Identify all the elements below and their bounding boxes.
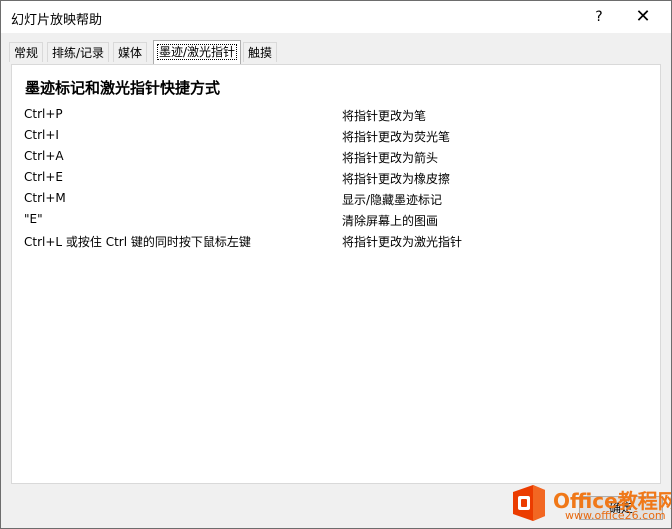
shortcut-row: Ctrl+M 显示/隐藏墨迹标记 bbox=[12, 191, 652, 211]
shortcut-description: 清除屏幕上的图画 bbox=[342, 214, 439, 228]
shortcut-description: 将指针更改为箭头 bbox=[342, 151, 439, 165]
shortcut-row: Ctrl+L 或按住 Ctrl 键的同时按下鼠标左键 将指针更改为激光指针 bbox=[12, 233, 652, 253]
shortcut-description: 将指针更改为激光指针 bbox=[342, 235, 463, 249]
shortcut-row: Ctrl+A 将指针更改为箭头 bbox=[12, 149, 652, 169]
shortcut-key: Ctrl+P bbox=[24, 107, 63, 121]
tab-strip: 常规 排练/记录 媒体 墨迹/激光指针 触摸 bbox=[9, 40, 669, 64]
help-button[interactable]: ? bbox=[577, 1, 621, 33]
shortcut-row: Ctrl+I 将指针更改为荧光笔 bbox=[12, 128, 652, 148]
section-heading: 墨迹标记和激光指针快捷方式 bbox=[25, 79, 221, 97]
tab-media[interactable]: 媒体 bbox=[113, 42, 148, 62]
shortcut-description: 将指针更改为橡皮擦 bbox=[342, 172, 451, 186]
shortcut-row: "E" 清除屏幕上的图画 bbox=[12, 212, 652, 232]
shortcut-key: Ctrl+E bbox=[24, 170, 63, 184]
title-bar: 幻灯片放映帮助 ? ✕ bbox=[1, 1, 671, 33]
tab-ink-laser[interactable]: 墨迹/激光指针 bbox=[153, 40, 242, 64]
watermark-url: www.office26.com bbox=[565, 509, 666, 522]
shortcut-row: Ctrl+P 将指针更改为笔 bbox=[12, 107, 652, 127]
shortcut-row: Ctrl+E 将指针更改为橡皮擦 bbox=[12, 170, 652, 190]
shortcut-key: "E" bbox=[24, 212, 43, 226]
shortcut-description: 显示/隐藏墨迹标记 bbox=[342, 193, 443, 207]
tab-general[interactable]: 常规 bbox=[9, 42, 44, 62]
shortcut-key: Ctrl+M bbox=[24, 191, 66, 205]
shortcut-description: 将指针更改为笔 bbox=[342, 109, 427, 123]
close-button[interactable]: ✕ bbox=[621, 1, 665, 33]
window-title: 幻灯片放映帮助 bbox=[11, 13, 103, 28]
site-watermark: Office教程网 www.office26.com bbox=[509, 483, 671, 527]
shortcut-key: Ctrl+L 或按住 Ctrl 键的同时按下鼠标左键 bbox=[24, 235, 251, 249]
shortcut-key: Ctrl+I bbox=[24, 128, 59, 142]
shortcut-key: Ctrl+A bbox=[24, 149, 64, 163]
tab-rehearse-record[interactable]: 排练/记录 bbox=[47, 42, 110, 62]
office-logo-icon bbox=[513, 485, 545, 521]
help-dialog: 幻灯片放映帮助 ? ✕ 常规 排练/记录 媒体 墨迹/激光指针 触摸 墨迹标记和… bbox=[0, 0, 672, 529]
tab-touch[interactable]: 触摸 bbox=[243, 42, 278, 62]
shortcut-description: 将指针更改为荧光笔 bbox=[342, 130, 451, 144]
tab-panel: 墨迹标记和激光指针快捷方式 Ctrl+P 将指针更改为笔 Ctrl+I 将指针更… bbox=[11, 64, 661, 484]
